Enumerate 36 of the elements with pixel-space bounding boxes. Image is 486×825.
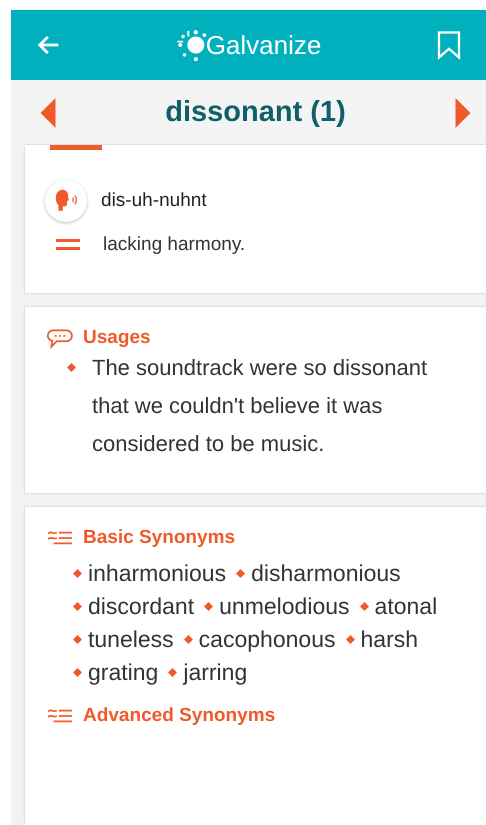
synonym-text: tuneless	[88, 625, 174, 654]
section-heading: Basic Synonyms	[83, 527, 236, 549]
bullet-icon	[73, 602, 82, 611]
bullet-icon	[204, 602, 214, 611]
bullet-icon	[73, 668, 82, 677]
synonym-text: inharmonious	[88, 559, 226, 588]
next-icon[interactable]	[454, 98, 472, 128]
word-title: dissonant (1)	[165, 96, 346, 129]
synonym-text: disharmonious	[251, 559, 401, 588]
speaking-head-icon	[53, 188, 79, 214]
synonym-text: cacophonous	[198, 625, 336, 654]
synonym-text: unmelodious	[219, 592, 350, 621]
synonym-text: atonal	[374, 592, 438, 621]
bullet-icon	[346, 635, 355, 644]
speech-bubble-icon	[47, 327, 73, 349]
bullet-icon	[184, 635, 193, 644]
bullet-icon	[73, 635, 82, 644]
usage-text: The soundtrack were so dissonant that we couldn't believe it was considered to be music.	[92, 354, 428, 458]
section-heading: Usages	[83, 327, 151, 349]
bullet-icon	[236, 569, 246, 578]
bullet-icon	[168, 668, 178, 677]
section-heading: Advanced Synonyms	[83, 705, 276, 727]
synonym-text: discordant	[88, 592, 194, 621]
definition-text: lacking harmony.	[103, 234, 246, 256]
pronunciation-text: dis-uh-nuhnt	[101, 190, 207, 212]
bullet-icon	[360, 602, 369, 611]
bullet-icon	[73, 569, 82, 578]
logo-text: Galvanize	[206, 30, 322, 60]
previous-icon[interactable]	[39, 98, 57, 128]
bullet-icon	[67, 363, 76, 372]
synonym-text: grating	[88, 658, 158, 687]
heading-bar	[50, 145, 102, 150]
synonym-text: harsh	[360, 625, 418, 654]
speaker-button[interactable]	[45, 180, 87, 222]
synonym-text: jarring	[183, 658, 248, 687]
equals-icon	[55, 238, 81, 252]
